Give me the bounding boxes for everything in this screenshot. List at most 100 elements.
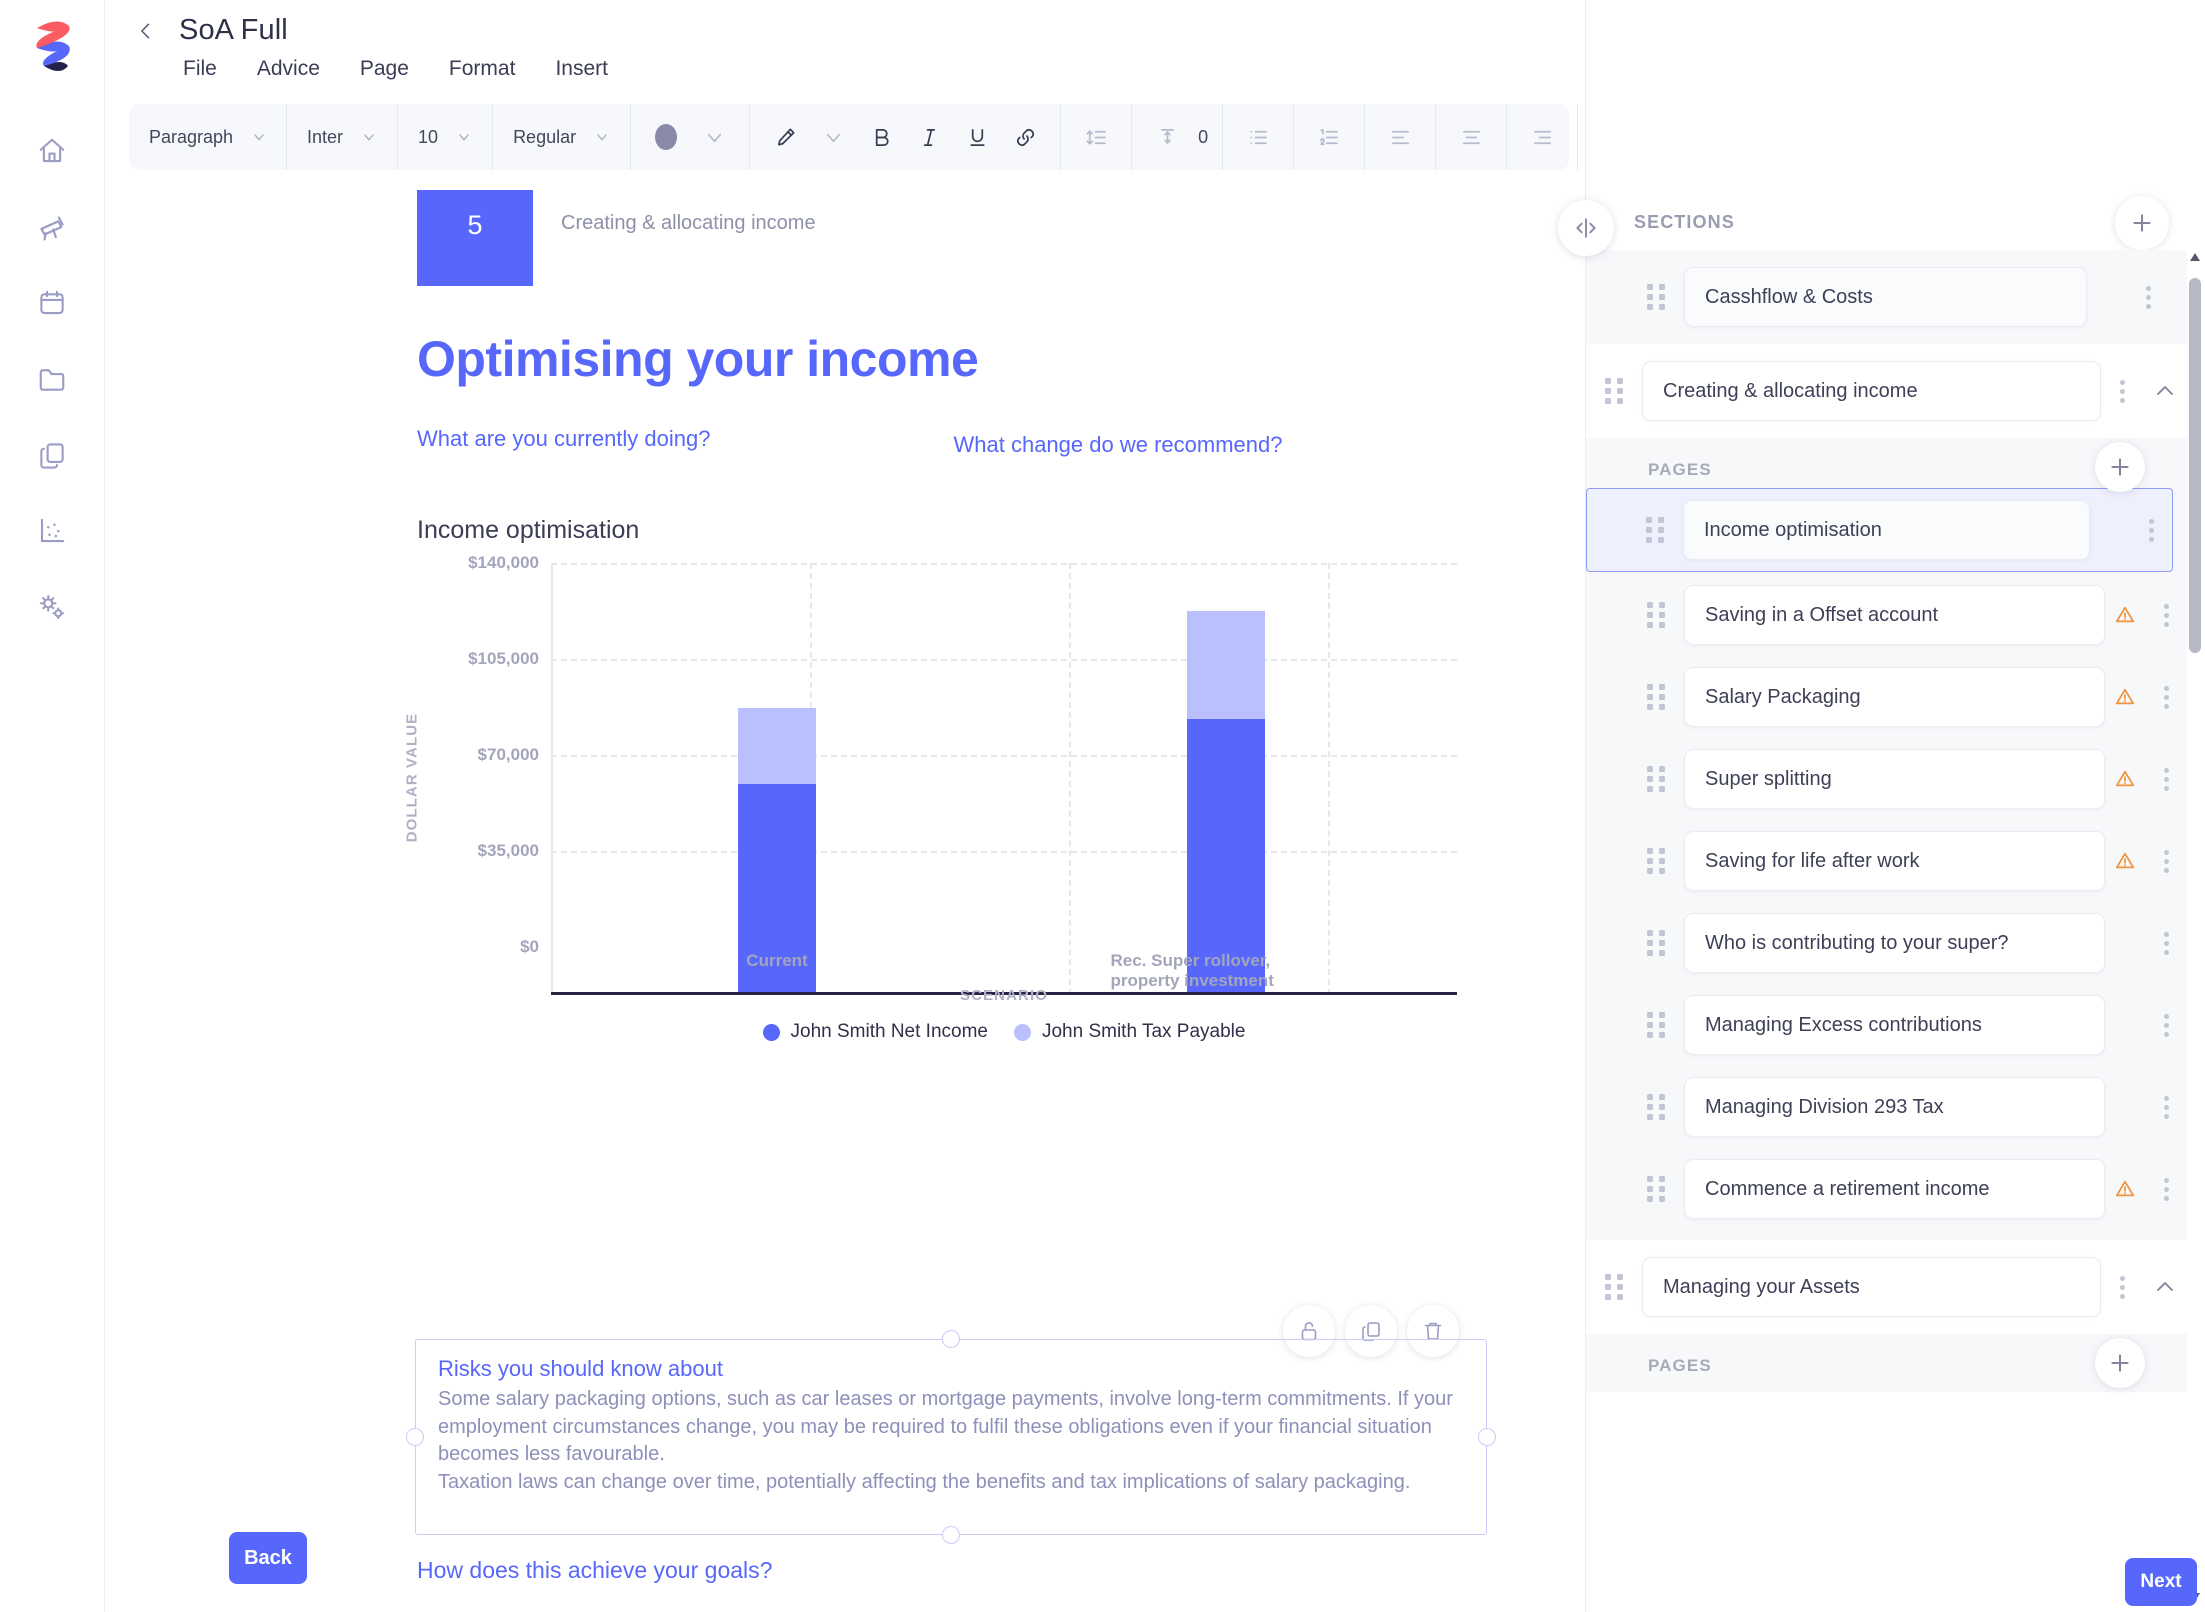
align-center-icon[interactable] bbox=[1450, 116, 1492, 158]
page-menu-icon[interactable] bbox=[2145, 1096, 2187, 1119]
warning-icon[interactable] bbox=[2105, 768, 2145, 790]
drag-handle-icon[interactable] bbox=[1643, 517, 1669, 543]
page-row-managing-division-293-tax[interactable]: Managing Division 293 Tax bbox=[1586, 1066, 2187, 1148]
page-menu-icon[interactable] bbox=[2145, 768, 2187, 791]
link-icon[interactable] bbox=[1004, 116, 1046, 158]
add-section-button[interactable] bbox=[2115, 196, 2169, 250]
page-menu-icon[interactable] bbox=[2130, 519, 2172, 542]
section-row[interactable]: Casshflow & Costs bbox=[1586, 250, 2187, 344]
section-menu-icon[interactable] bbox=[2101, 1276, 2143, 1299]
telescope-icon[interactable] bbox=[35, 210, 69, 244]
page-name-input[interactable]: Managing Division 293 Tax bbox=[1684, 1077, 2105, 1137]
menu-item-file[interactable]: File bbox=[183, 57, 217, 81]
page-row-saving-life-after-work[interactable]: Saving for life after work bbox=[1586, 820, 2187, 902]
drag-handle-icon[interactable] bbox=[1644, 1012, 1670, 1038]
drag-handle-icon[interactable] bbox=[1644, 766, 1670, 792]
section-name-input[interactable]: Casshflow & Costs bbox=[1684, 267, 2087, 327]
section-menu-icon[interactable] bbox=[2101, 380, 2143, 403]
resize-handle-bottom[interactable] bbox=[942, 1526, 960, 1544]
page-menu-icon[interactable] bbox=[2145, 932, 2187, 955]
calendar-icon[interactable] bbox=[35, 286, 69, 320]
line-height-icon[interactable] bbox=[1075, 116, 1117, 158]
underline-icon[interactable] bbox=[956, 116, 998, 158]
bar-recommended[interactable] bbox=[1187, 611, 1265, 995]
settings-gears-icon[interactable] bbox=[35, 590, 69, 624]
resize-handle-left[interactable] bbox=[406, 1428, 424, 1446]
drag-handle-icon[interactable] bbox=[1602, 1274, 1628, 1300]
menu-item-page[interactable]: Page bbox=[360, 57, 409, 81]
page-row-commence-retirement-income[interactable]: Commence a retirement income bbox=[1586, 1148, 2187, 1230]
paragraph-style-select[interactable]: Paragraph bbox=[129, 104, 287, 170]
back-chevron-icon[interactable] bbox=[133, 18, 159, 44]
next-button[interactable]: Next bbox=[2125, 1558, 2197, 1606]
drag-handle-icon[interactable] bbox=[1644, 848, 1670, 874]
page-row-managing-excess-contributions[interactable]: Managing Excess contributions bbox=[1586, 984, 2187, 1066]
home-icon[interactable] bbox=[35, 134, 69, 168]
font-family-select[interactable]: Inter bbox=[287, 104, 398, 170]
text-block-frame[interactable]: Risks you should know about Some salary … bbox=[415, 1339, 1487, 1535]
scrollbar-thumb[interactable] bbox=[2189, 278, 2201, 653]
warning-icon[interactable] bbox=[2105, 1178, 2145, 1200]
drag-handle-icon[interactable] bbox=[1644, 1094, 1670, 1120]
menu-item-format[interactable]: Format bbox=[449, 57, 516, 81]
warning-icon[interactable] bbox=[2105, 686, 2145, 708]
section-row[interactable]: Managing your Assets bbox=[1586, 1240, 2187, 1334]
font-size-select[interactable]: 10 bbox=[398, 104, 493, 170]
page-name-input[interactable]: Managing Excess contributions bbox=[1684, 995, 2105, 1055]
numbered-list-icon[interactable] bbox=[1308, 116, 1350, 158]
page-name-input[interactable]: Super splitting bbox=[1684, 749, 2105, 809]
warning-icon[interactable] bbox=[2105, 604, 2145, 626]
page-name-input[interactable]: Commence a retirement income bbox=[1684, 1159, 2105, 1219]
page-row-saving-offset-account[interactable]: Saving in a Offset account bbox=[1586, 574, 2187, 656]
add-page-button[interactable] bbox=[2095, 1338, 2145, 1388]
panel-scrollbar[interactable] bbox=[2189, 250, 2201, 1602]
page-name-input[interactable]: Saving for life after work bbox=[1684, 831, 2105, 891]
indent-icon[interactable] bbox=[1146, 116, 1188, 158]
drag-handle-icon[interactable] bbox=[1602, 378, 1628, 404]
page-menu-icon[interactable] bbox=[2145, 1014, 2187, 1037]
section-name-input[interactable]: Creating & allocating income bbox=[1642, 361, 2101, 421]
copy-icon[interactable] bbox=[35, 438, 69, 472]
page-row-income-optimisation[interactable]: Income optimisation bbox=[1586, 488, 2173, 572]
warning-icon[interactable] bbox=[2105, 850, 2145, 872]
bullet-list-icon[interactable] bbox=[1237, 116, 1279, 158]
page-row-who-contributing-super[interactable]: Who is contributing to your super? bbox=[1586, 902, 2187, 984]
menu-item-advice[interactable]: Advice bbox=[257, 57, 320, 81]
page-menu-icon[interactable] bbox=[2145, 1178, 2187, 1201]
text-color-swatch[interactable] bbox=[645, 116, 687, 158]
legend-item-net-income[interactable]: John Smith Net Income bbox=[763, 1021, 988, 1043]
drag-handle-icon[interactable] bbox=[1644, 1176, 1670, 1202]
align-left-icon[interactable] bbox=[1379, 116, 1421, 158]
legend-item-tax-payable[interactable]: John Smith Tax Payable bbox=[1014, 1021, 1246, 1043]
resize-handle-right[interactable] bbox=[1478, 1428, 1496, 1446]
section-name-input[interactable]: Managing your Assets bbox=[1642, 1257, 2101, 1317]
page-menu-icon[interactable] bbox=[2145, 850, 2187, 873]
drag-handle-icon[interactable] bbox=[1644, 602, 1670, 628]
page-name-input[interactable]: Salary Packaging bbox=[1684, 667, 2105, 727]
page-name-input[interactable]: Who is contributing to your super? bbox=[1684, 913, 2105, 973]
drag-handle-icon[interactable] bbox=[1644, 930, 1670, 956]
page-menu-icon[interactable] bbox=[2145, 686, 2187, 709]
selected-text-block[interactable]: Risks you should know about Some salary … bbox=[415, 1339, 1487, 1535]
page-menu-icon[interactable] bbox=[2145, 604, 2187, 627]
scatter-chart-icon[interactable] bbox=[35, 514, 69, 548]
bold-icon[interactable] bbox=[860, 116, 902, 158]
collapse-panel-icon[interactable] bbox=[1558, 200, 1614, 256]
font-weight-select[interactable]: Regular bbox=[493, 104, 631, 170]
page-name-input[interactable]: Saving in a Offset account bbox=[1684, 585, 2105, 645]
folder-icon[interactable] bbox=[35, 362, 69, 396]
section-menu-icon[interactable] bbox=[2127, 286, 2169, 309]
drag-handle-icon[interactable] bbox=[1644, 284, 1670, 310]
chevron-up-icon[interactable] bbox=[2143, 379, 2187, 403]
chevron-down-icon[interactable] bbox=[693, 116, 735, 158]
add-page-button[interactable] bbox=[2095, 442, 2145, 492]
page-row-salary-packaging[interactable]: Salary Packaging bbox=[1586, 656, 2187, 738]
page-row-super-splitting[interactable]: Super splitting bbox=[1586, 738, 2187, 820]
highlighter-icon[interactable] bbox=[764, 116, 806, 158]
drag-handle-icon[interactable] bbox=[1644, 684, 1670, 710]
italic-icon[interactable] bbox=[908, 116, 950, 158]
resize-handle-top[interactable] bbox=[942, 1330, 960, 1348]
section-row[interactable]: Creating & allocating income bbox=[1586, 344, 2187, 438]
align-right-icon[interactable] bbox=[1521, 116, 1563, 158]
page-name-input[interactable]: Income optimisation bbox=[1683, 500, 2090, 560]
